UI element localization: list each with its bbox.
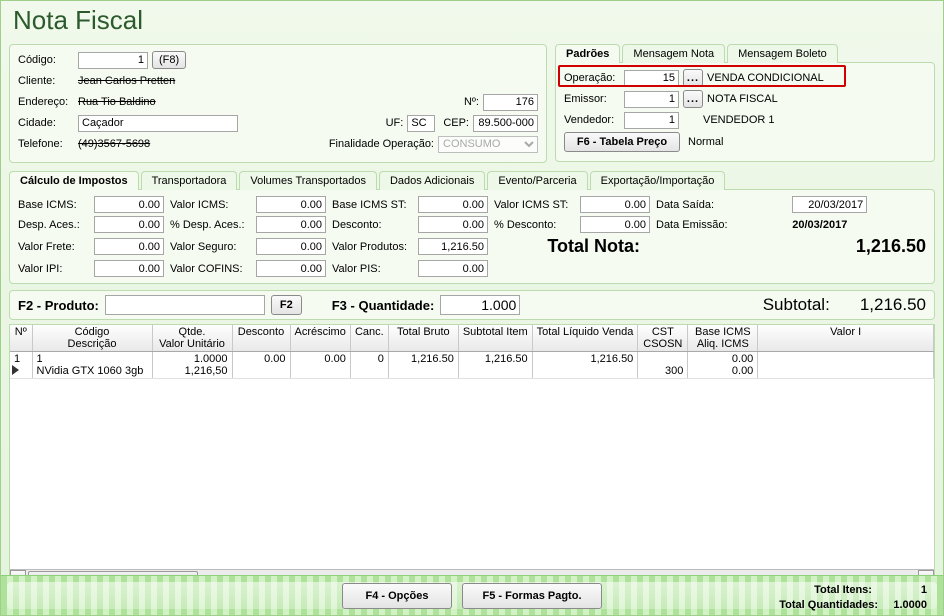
tab-mensagem-nota[interactable]: Mensagem Nota (622, 44, 725, 63)
cidade-label: Cidade: (18, 117, 78, 129)
cliente-label: Cliente: (18, 75, 78, 87)
base-icms-st-input[interactable] (418, 196, 488, 213)
valor-icms-input[interactable] (256, 196, 326, 213)
row-marker-icon (12, 365, 19, 375)
desp-aces-label: Desp. Aces.: (18, 219, 88, 231)
desconto-label: Desconto: (332, 219, 412, 231)
vendedor-desc: VENDEDOR 1 (703, 114, 775, 126)
valor-pis-label: Valor PIS: (332, 263, 412, 275)
cidade-input[interactable] (78, 115, 238, 132)
total-itens-value: 1 (921, 584, 927, 596)
header-info-panel: Código: (F8) Cliente: Jean Carlos Prette… (9, 44, 547, 163)
data-emissao-value: 20/03/2017 (792, 219, 926, 231)
valor-cofins-input[interactable] (256, 260, 326, 277)
cep-label: CEP: (443, 117, 469, 129)
vendedor-input[interactable] (624, 112, 679, 129)
tab-exportacao-importacao[interactable]: Exportação/Importação (590, 171, 726, 190)
desp-aces-input[interactable] (94, 216, 164, 233)
cep-input[interactable] (473, 115, 538, 132)
endereco-label: Endereço: (18, 96, 78, 108)
telefone-label: Telefone: (18, 138, 78, 150)
valor-icms-label: Valor ICMS: (170, 199, 250, 211)
data-saida-label: Data Saída: (656, 199, 786, 211)
data-saida-input[interactable] (792, 196, 867, 213)
valor-frete-input[interactable] (94, 238, 164, 255)
valor-seguro-label: Valor Seguro: (170, 241, 250, 253)
emissor-desc: NOTA FISCAL (707, 93, 778, 105)
tabela-preco-desc: Normal (688, 136, 723, 148)
base-icms-input[interactable] (94, 196, 164, 213)
emissor-lookup-button[interactable]: ... (683, 90, 703, 108)
desconto-input[interactable] (418, 216, 488, 233)
base-icms-label: Base ICMS: (18, 199, 88, 211)
subtotal-label: Subtotal: (763, 295, 830, 315)
valor-ipi-input[interactable] (94, 260, 164, 277)
tab-volumes[interactable]: Volumes Transportados (239, 171, 377, 190)
f2-produto-label: F2 - Produto: (18, 298, 99, 313)
f3-quantidade-label: F3 - Quantidade: (332, 298, 435, 313)
valor-icms-st-label: Valor ICMS ST: (494, 199, 574, 211)
quantidade-input[interactable] (440, 295, 520, 315)
pct-desconto-input[interactable] (580, 216, 650, 233)
items-grid[interactable]: Nº CódigoDescrição Qtde.Valor Unitário D… (9, 324, 935, 586)
valor-produtos-input[interactable] (418, 238, 488, 255)
emissor-label: Emissor: (564, 93, 624, 105)
cliente-value: Jean Carlos Pretten (78, 75, 175, 87)
tab-evento-parceria[interactable]: Evento/Parceria (487, 171, 587, 190)
total-qtd-value: 1.0000 (893, 599, 927, 611)
vendedor-label: Vendedor: (564, 114, 624, 126)
total-qtd-label: Total Quantidades: (779, 599, 878, 611)
pct-desp-label: % Desp. Aces.: (170, 219, 250, 231)
emissor-input[interactable] (624, 91, 679, 108)
numero-label: Nº: (464, 96, 479, 108)
codigo-input[interactable] (78, 52, 148, 69)
numero-input[interactable] (483, 94, 538, 111)
valor-icms-st-input[interactable] (580, 196, 650, 213)
produto-input[interactable] (105, 295, 265, 315)
pct-desp-input[interactable] (256, 216, 326, 233)
telefone-value: (49)3567-5698 (78, 138, 150, 150)
valor-seguro-input[interactable] (256, 238, 326, 255)
total-nota-label: Total Nota: (494, 236, 650, 257)
tab-calculo-impostos[interactable]: Cálculo de Impostos (9, 171, 139, 190)
base-icms-st-label: Base ICMS ST: (332, 199, 412, 211)
operacao-highlight (558, 65, 846, 87)
tab-dados-adicionais[interactable]: Dados Adicionais (379, 171, 485, 190)
valor-frete-label: Valor Frete: (18, 241, 88, 253)
codigo-label: Código: (18, 54, 78, 66)
tab-mensagem-boleto[interactable]: Mensagem Boleto (727, 44, 838, 63)
f5-formas-pagto-button[interactable]: F5 - Formas Pagto. (462, 583, 602, 609)
valor-produtos-label: Valor Produtos: (332, 241, 412, 253)
f6-tabela-preco-button[interactable]: F6 - Tabela Preço (564, 132, 680, 152)
table-row[interactable]: 1 1NVidia GTX 1060 3gb 1.00001,216,50 0.… (10, 352, 934, 379)
f2-button[interactable]: F2 (271, 295, 302, 315)
finalidade-select: CONSUMO (438, 136, 538, 153)
subtotal-value: 1,216.50 (860, 295, 926, 315)
page-title: Nota Fiscal (1, 1, 943, 44)
f8-button[interactable]: (F8) (152, 51, 186, 69)
total-itens-label: Total Itens: (814, 584, 872, 596)
data-emissao-label: Data Emissão: (656, 219, 786, 231)
tab-transportadora[interactable]: Transportadora (141, 171, 238, 190)
f4-opcoes-button[interactable]: F4 - Opções (342, 583, 452, 609)
uf-input[interactable] (407, 115, 435, 132)
uf-label: UF: (386, 117, 404, 129)
valor-pis-input[interactable] (418, 260, 488, 277)
padroes-panel: Padrões Mensagem Nota Mensagem Boleto Op… (555, 44, 935, 162)
finalidade-label: Finalidade Operação: (329, 138, 434, 150)
tab-padroes[interactable]: Padrões (555, 44, 620, 63)
total-nota-value: 1,216.50 (656, 236, 926, 257)
endereco-value: Rua Tio Baldino (78, 96, 156, 108)
pct-desconto-label: % Desconto: (494, 219, 574, 231)
valor-ipi-label: Valor IPI: (18, 263, 88, 275)
valor-cofins-label: Valor COFINS: (170, 263, 250, 275)
